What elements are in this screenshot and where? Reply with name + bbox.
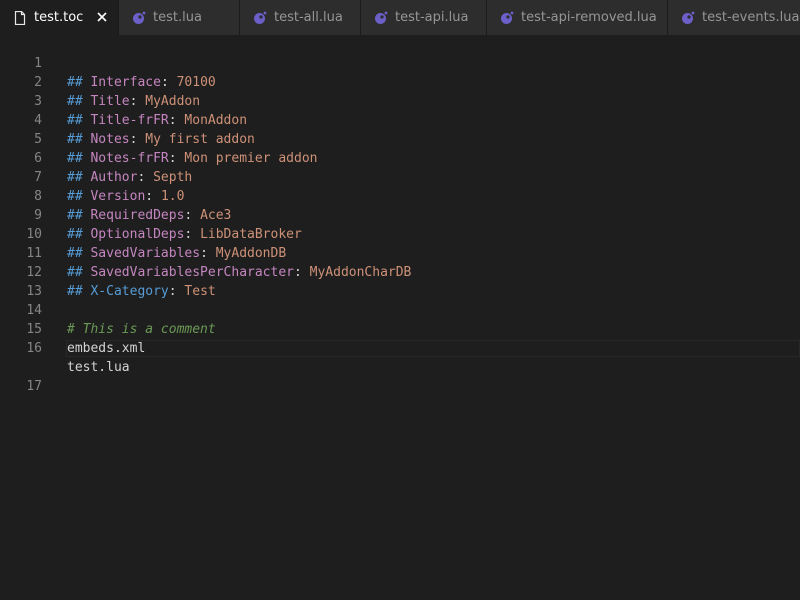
code-line: 8 ## RequiredDeps: Ace3 bbox=[0, 168, 800, 223]
code-line: 2 ## Title: MyAddon bbox=[0, 54, 800, 109]
code-line: 5 ## Notes-frFR: Mon premier addon bbox=[0, 111, 800, 166]
code-line: 4 ## Notes: My first addon bbox=[0, 92, 800, 147]
code-line-current: 17 bbox=[0, 339, 800, 394]
tab-label: test-api.lua bbox=[395, 10, 469, 25]
tab-test-events-lua[interactable]: test-events.lua bbox=[668, 0, 800, 35]
code-line: 15 embeds.xml bbox=[0, 301, 800, 356]
lua-icon bbox=[680, 10, 696, 26]
code-line: 14 # This is a comment bbox=[0, 282, 800, 337]
code-text: test.lua bbox=[67, 360, 130, 375]
tab-test-all-lua[interactable]: test-all.lua bbox=[240, 0, 361, 35]
code-line: 16 test.lua bbox=[0, 320, 800, 375]
code-line: 3 ## Title-frFR: MonAddon bbox=[0, 73, 800, 128]
tab-test-toc[interactable]: test.toc bbox=[0, 0, 119, 35]
code-editor[interactable]: 1 ## Interface: 70100 2 ## Title: MyAddo… bbox=[0, 35, 800, 600]
current-line-highlight bbox=[66, 340, 800, 357]
lua-icon bbox=[373, 10, 389, 26]
close-icon[interactable] bbox=[94, 9, 110, 25]
code-line: 7 ## Version: 1.0 bbox=[0, 149, 800, 204]
tab-label: test-api-removed.lua bbox=[521, 10, 657, 25]
code-line: 10 ## SavedVariables: MyAddonDB bbox=[0, 206, 800, 261]
code-line: 11 ## SavedVariablesPerCharacter: MyAddo… bbox=[0, 225, 800, 280]
lua-icon bbox=[252, 10, 268, 26]
tab-label: test.toc bbox=[34, 10, 84, 25]
code-line: 12 ## X-Category: Test bbox=[0, 244, 800, 299]
lua-icon bbox=[131, 10, 147, 26]
line-number: 17 bbox=[26, 379, 42, 394]
tab-test-api-removed-lua[interactable]: test-api-removed.lua bbox=[487, 0, 668, 35]
tab-bar: test.toc test.lua test-all.lua test-api.… bbox=[0, 0, 800, 35]
tab-label: test.lua bbox=[153, 10, 202, 25]
code-line: 1 ## Interface: 70100 bbox=[0, 35, 800, 90]
tab-label: test-all.lua bbox=[274, 10, 343, 25]
tab-label: test-events.lua bbox=[702, 10, 800, 25]
file-icon bbox=[12, 10, 28, 26]
tab-test-api-lua[interactable]: test-api.lua bbox=[361, 0, 487, 35]
tab-test-lua[interactable]: test.lua bbox=[119, 0, 240, 35]
lua-icon bbox=[499, 10, 515, 26]
code-line: 9 ## OptionalDeps: LibDataBroker bbox=[0, 187, 800, 242]
code-line: 13 bbox=[0, 263, 800, 299]
code-line: 6 ## Author: Septh bbox=[0, 130, 800, 185]
